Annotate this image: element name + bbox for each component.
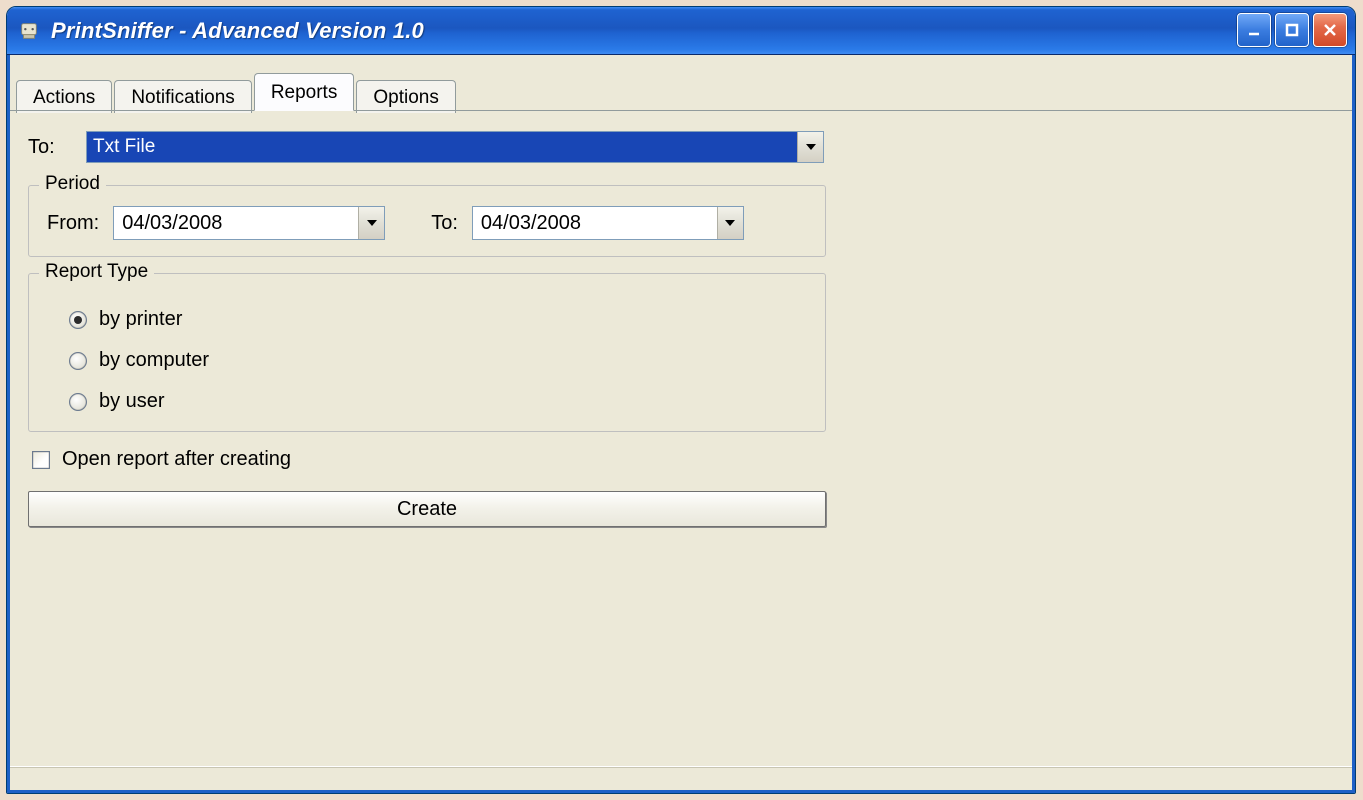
output-destination-combo[interactable]: Txt File — [86, 131, 824, 163]
report-type-groupbox: Report Type by printer by computer by us… — [28, 273, 826, 432]
tab-notifications[interactable]: Notifications — [114, 80, 252, 113]
dropdown-icon — [717, 207, 743, 239]
dropdown-icon — [797, 132, 823, 162]
radio-by-printer[interactable]: by printer — [69, 308, 807, 331]
radio-label: by printer — [99, 308, 182, 331]
radio-icon — [69, 311, 87, 329]
window-title: PrintSniffer - Advanced Version 1.0 — [51, 18, 424, 44]
tab-content-reports: To: Txt File Period From: 04/03/2008 — [10, 111, 1352, 762]
open-after-label: Open report after creating — [62, 448, 291, 471]
open-after-checkbox-row[interactable]: Open report after creating — [32, 448, 1334, 471]
checkbox-icon — [32, 451, 50, 469]
client-area: Actions Notifications Reports Options To… — [7, 55, 1355, 793]
statusbar — [10, 766, 1352, 790]
radio-icon — [69, 352, 87, 370]
maximize-button[interactable] — [1275, 13, 1309, 47]
radio-by-user[interactable]: by user — [69, 390, 807, 413]
output-destination-row: To: Txt File — [28, 131, 1334, 163]
to-label: To: — [28, 136, 68, 159]
tabstrip: Actions Notifications Reports Options — [10, 55, 1352, 111]
period-legend: Period — [39, 173, 106, 195]
radio-label: by user — [99, 390, 165, 413]
from-date-picker[interactable]: 04/03/2008 — [113, 206, 385, 240]
tab-reports[interactable]: Reports — [254, 73, 355, 111]
titlebar[interactable]: PrintSniffer - Advanced Version 1.0 — [7, 7, 1355, 55]
tab-options[interactable]: Options — [356, 80, 455, 113]
app-window: PrintSniffer - Advanced Version 1.0 Acti… — [6, 6, 1356, 794]
tab-actions[interactable]: Actions — [16, 80, 112, 113]
minimize-button[interactable] — [1237, 13, 1271, 47]
from-date-value: 04/03/2008 — [114, 207, 358, 239]
radio-label: by computer — [99, 349, 209, 372]
close-button[interactable] — [1313, 13, 1347, 47]
output-destination-value: Txt File — [87, 132, 797, 162]
radio-icon — [69, 393, 87, 411]
report-type-legend: Report Type — [39, 261, 154, 283]
period-groupbox: Period From: 04/03/2008 To: 04/03/2008 — [28, 185, 826, 257]
create-button[interactable]: Create — [28, 491, 826, 527]
to-date-value: 04/03/2008 — [473, 207, 717, 239]
dropdown-icon — [358, 207, 384, 239]
window-controls — [1237, 13, 1347, 47]
from-label: From: — [47, 212, 99, 235]
to-label-period: To: — [431, 212, 458, 235]
radio-by-computer[interactable]: by computer — [69, 349, 807, 372]
to-date-picker[interactable]: 04/03/2008 — [472, 206, 744, 240]
create-button-label: Create — [397, 498, 457, 521]
app-icon — [17, 19, 41, 43]
